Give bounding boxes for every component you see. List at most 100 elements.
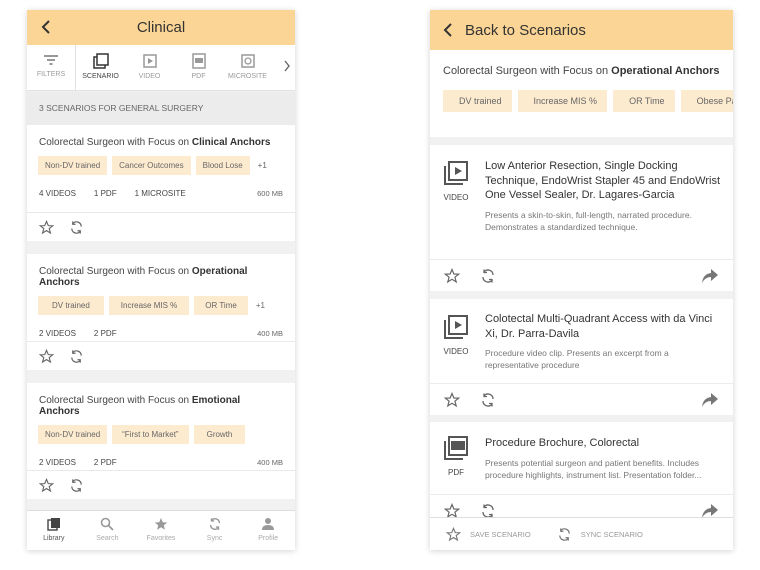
- video-icon: [142, 54, 157, 68]
- tag-list: Non-DV trained “First to Market” Growth: [27, 417, 295, 444]
- back-chevron-icon[interactable]: [39, 19, 55, 35]
- card-actions: [27, 212, 295, 241]
- nav-search[interactable]: Search: [82, 511, 132, 550]
- scenario-icon: [92, 53, 109, 69]
- content-item-video[interactable]: VIDEO Colotectal Multi-Quadrant Access w…: [430, 299, 733, 415]
- content-item-video[interactable]: VIDEO Low Anterior Resection, Single Doc…: [430, 145, 733, 291]
- scenario-card[interactable]: Colorectal Surgeon with Focus on Clinica…: [27, 125, 295, 241]
- card-actions: [27, 341, 295, 370]
- nav-profile[interactable]: Profile: [243, 511, 293, 550]
- page-title: Clinical: [136, 19, 186, 36]
- sync-icon[interactable]: [480, 392, 496, 408]
- tag: Blood Lose: [195, 156, 250, 175]
- microsite-icon: [240, 54, 255, 68]
- card-meta: 2 VIDEOS 2 PDF 400 MB: [39, 329, 283, 338]
- tag-list: DV trained Increase MIS % OR Time +1: [27, 288, 295, 315]
- back-chevron-icon[interactable]: [441, 22, 457, 38]
- item-actions: [430, 259, 733, 291]
- content-item-pdf[interactable]: PDF Procedure Brochure, Colorectal Prese…: [430, 422, 733, 526]
- file-size: 400 MB: [257, 329, 283, 338]
- nav-sync[interactable]: Sync: [190, 511, 240, 550]
- video-play-icon: [444, 315, 468, 339]
- file-size: 600 MB: [257, 189, 283, 198]
- card-title: Colorectal Surgeon with Focus on Operati…: [39, 266, 248, 288]
- content-type-tabs: FILTERS SCENARIO VIDEO PDF MICROSITE: [27, 45, 295, 91]
- tag: “First to Market”: [112, 425, 189, 444]
- more-tags-count: +1: [257, 161, 267, 170]
- star-icon[interactable]: [444, 391, 460, 408]
- tag: OR Time: [613, 90, 675, 112]
- chevron-right-icon[interactable]: [283, 60, 291, 72]
- tag: Increase MIS %: [108, 296, 190, 315]
- tab-label: VIDEO: [138, 73, 161, 80]
- sync-scenario-button[interactable]: SYNC SCENARIO: [557, 527, 643, 542]
- search-icon: [101, 517, 115, 531]
- more-tags-count: +1: [255, 301, 265, 310]
- filter-icon: [44, 55, 58, 65]
- card-meta: 4 VIDEOS 1 PDF 1 MICROSITE 600 MB: [39, 189, 283, 198]
- sync-icon[interactable]: [480, 268, 496, 284]
- header-bar: Back to Scenarios: [430, 10, 733, 50]
- tab-pdf[interactable]: PDF: [174, 45, 223, 90]
- nav-favorites[interactable]: Favorites: [136, 511, 186, 550]
- header-bar: Clinical: [27, 10, 295, 45]
- item-title: Low Anterior Resection, Single Docking T…: [485, 160, 721, 201]
- item-description: Presents potential surgeon and patient b…: [485, 457, 702, 480]
- tag: DV trained: [443, 90, 512, 112]
- pdf-icon: [191, 53, 206, 69]
- tab-microsite[interactable]: MICROSITE: [223, 45, 272, 90]
- tag: Cancer Outcomes: [112, 156, 191, 175]
- tag: OR Time: [194, 296, 248, 315]
- nav-library[interactable]: Library: [29, 511, 79, 550]
- star-icon[interactable]: [444, 267, 460, 284]
- save-scenario-button[interactable]: SAVE SCENARIO: [446, 526, 531, 542]
- tab-label: SCENARIO: [82, 73, 119, 80]
- library-icon: [47, 518, 60, 531]
- tab-label: PDF: [191, 73, 206, 80]
- file-size: 400 MB: [257, 458, 283, 467]
- tag-list: DV trained Increase MIS % OR Time Obese …: [430, 77, 733, 112]
- back-to-scenarios-link[interactable]: Back to Scenarios: [430, 22, 733, 39]
- tab-label: MICROSITE: [228, 73, 267, 80]
- tag: Non-DV trained: [38, 156, 108, 175]
- star-icon[interactable]: [39, 477, 54, 493]
- tag-list: Non-DV trained Cancer Outcomes Blood Los…: [27, 148, 295, 175]
- scenario-summary: Colorectal Surgeon with Focus on Operati…: [430, 50, 733, 137]
- item-description: Procedure video clip. Presents an excerp…: [485, 348, 669, 370]
- star-icon[interactable]: [39, 348, 54, 364]
- sync-icon[interactable]: [69, 349, 84, 364]
- item-type: VIDEO: [441, 161, 471, 202]
- tab-filters[interactable]: FILTERS: [27, 45, 76, 90]
- share-icon[interactable]: [701, 268, 719, 284]
- item-description: Presents a skin-to-skin, full-length, na…: [485, 209, 692, 232]
- tab-video[interactable]: VIDEO: [125, 45, 174, 90]
- tag: Non-DV trained: [38, 425, 108, 444]
- item-title: Procedure Brochure, Colorectal: [485, 437, 640, 449]
- card-actions: [27, 470, 295, 499]
- sync-icon[interactable]: [69, 220, 84, 235]
- share-icon[interactable]: [701, 392, 719, 408]
- tag: Increase MIS %: [517, 90, 608, 112]
- scenario-card[interactable]: Colorectal Surgeon with Focus on Emotion…: [27, 383, 295, 499]
- star-icon: [154, 517, 168, 530]
- video-play-icon: [444, 161, 468, 185]
- item-title: Colotectal Multi-Quadrant Access with da…: [485, 313, 713, 340]
- tab-scenario[interactable]: SCENARIO: [76, 45, 125, 90]
- sync-icon[interactable]: [69, 478, 84, 493]
- scenario-detail-screen: Back to Scenarios Colorectal Surgeon wit…: [430, 10, 733, 550]
- scenario-count-label: 3 SCENARIOS FOR GENERAL SURGERY: [27, 92, 295, 125]
- card-title: Colorectal Surgeon with Focus on Emotion…: [39, 395, 241, 417]
- tag: DV trained: [38, 296, 104, 315]
- scenario-card[interactable]: Colorectal Surgeon with Focus on Operati…: [27, 254, 295, 370]
- card-title: Colorectal Surgeon with Focus on Clinica…: [39, 137, 271, 148]
- pdf-doc-icon: [444, 436, 468, 460]
- bottom-navigation: Library Search Favorites Sync Profile: [27, 510, 295, 550]
- item-actions: [430, 383, 733, 415]
- item-type: VIDEO: [441, 315, 471, 356]
- sync-icon: [209, 518, 220, 530]
- profile-icon: [262, 518, 275, 530]
- tag: Obese Pa: [680, 90, 733, 112]
- tab-label: FILTERS: [36, 71, 66, 78]
- star-icon[interactable]: [39, 219, 54, 235]
- item-type: PDF: [441, 436, 471, 477]
